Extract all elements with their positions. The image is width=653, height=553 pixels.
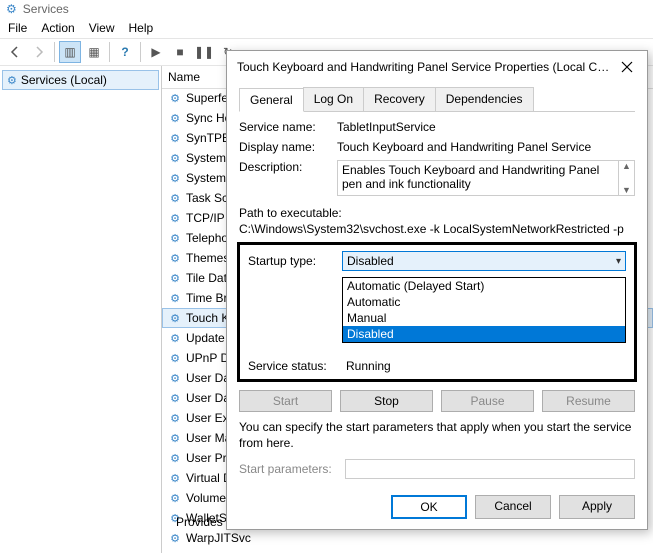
gear-icon: ⚙ [168, 352, 182, 365]
gear-icon: ⚙ [168, 292, 182, 305]
show-hide-tree-button[interactable]: ▥ [59, 41, 81, 63]
tab-recovery[interactable]: Recovery [363, 87, 436, 111]
startup-type-selected: Disabled [347, 254, 394, 268]
window-title: Services [23, 2, 69, 16]
gear-icon: ⚙ [168, 92, 182, 105]
chevron-down-icon: ▾ [616, 256, 621, 267]
tree-root-label: Services (Local) [21, 73, 107, 87]
tree-panel: ⚙ Services (Local) [0, 66, 162, 553]
dialog-footer-buttons: OK Cancel Apply [391, 495, 635, 519]
pause-button[interactable]: ❚❚ [193, 41, 215, 63]
scroll-up-icon[interactable]: ▲ [622, 161, 631, 171]
gear-icon: ⚙ [168, 152, 182, 165]
service-properties-dialog: Touch Keyboard and Handwriting Panel Ser… [226, 50, 648, 530]
value-description: Enables Touch Keyboard and Handwriting P… [337, 160, 619, 196]
value-path: C:\Windows\System32\svchost.exe -k Local… [239, 222, 635, 236]
gear-icon: ⚙ [168, 312, 182, 325]
gear-icon: ⚙ [168, 532, 182, 545]
value-service-name: TabletInputService [337, 120, 635, 134]
description-scrollbar[interactable]: ▲▼ [619, 160, 635, 196]
dialog-title: Touch Keyboard and Handwriting Panel Ser… [237, 60, 617, 74]
back-button[interactable] [4, 41, 26, 63]
startup-option[interactable]: Disabled [343, 326, 625, 342]
stop-button[interactable]: ■ [169, 41, 191, 63]
gear-icon: ⚙ [168, 412, 182, 425]
gear-icon: ⚙ [168, 492, 182, 505]
dialog-tabs: General Log On Recovery Dependencies [239, 87, 635, 112]
window-title-bar: ⚙ Services [0, 0, 653, 18]
service-name-label: WarpJITSvc [186, 531, 251, 545]
cancel-button[interactable]: Cancel [475, 495, 551, 519]
gear-icon: ⚙ [168, 332, 182, 345]
control-button-row: Start Stop Pause Resume [239, 390, 635, 412]
tab-dependencies[interactable]: Dependencies [435, 87, 534, 111]
startup-option[interactable]: Manual [343, 310, 625, 326]
menu-action[interactable]: Action [41, 21, 74, 35]
start-params-note: You can specify the start parameters tha… [239, 420, 635, 451]
value-display-name: Touch Keyboard and Handwriting Panel Ser… [337, 140, 635, 154]
start-button[interactable]: Start [239, 390, 332, 412]
startup-type-combobox[interactable]: Disabled ▾ [342, 251, 626, 271]
gear-icon: ⚙ [168, 252, 182, 265]
startup-type-dropdown[interactable]: Automatic (Delayed Start)AutomaticManual… [342, 277, 626, 343]
label-start-params: Start parameters: [239, 462, 337, 476]
label-display-name: Display name: [239, 140, 337, 154]
toolbar-separator [109, 42, 110, 62]
help-button[interactable]: ? [114, 41, 136, 63]
gear-icon: ⚙ [168, 192, 182, 205]
tab-logon[interactable]: Log On [303, 87, 364, 111]
dialog-title-bar[interactable]: Touch Keyboard and Handwriting Panel Ser… [227, 51, 647, 83]
menu-bar: File Action View Help [0, 18, 653, 38]
stop-button[interactable]: Stop [340, 390, 433, 412]
label-service-name: Service name: [239, 120, 337, 134]
gear-icon: ⚙ [7, 74, 17, 87]
gear-icon: ⚙ [168, 212, 182, 225]
gear-icon: ⚙ [168, 172, 182, 185]
forward-button[interactable] [28, 41, 50, 63]
label-path: Path to executable: [239, 206, 342, 220]
gear-icon: ⚙ [168, 432, 182, 445]
export-list-button[interactable]: ▦ [83, 41, 105, 63]
value-service-status: Running [346, 359, 391, 373]
tab-general[interactable]: General [239, 88, 304, 112]
gear-icon: ⚙ [168, 452, 182, 465]
menu-view[interactable]: View [89, 21, 115, 35]
label-service-status: Service status: [248, 359, 346, 373]
label-description: Description: [239, 160, 337, 174]
gear-icon: ⚙ [168, 232, 182, 245]
menu-file[interactable]: File [8, 21, 27, 35]
gear-icon: ⚙ [168, 472, 182, 485]
close-button[interactable] [617, 57, 637, 77]
play-button[interactable]: ▶ [145, 41, 167, 63]
service-name-label: Themes [186, 251, 229, 265]
toolbar-separator [140, 42, 141, 62]
resume-button[interactable]: Resume [542, 390, 635, 412]
gear-icon: ⚙ [168, 132, 182, 145]
ok-button[interactable]: OK [391, 495, 467, 519]
startup-type-highlight: Startup type: Disabled ▾ Automatic (Dela… [237, 242, 637, 382]
tree-root-services-local[interactable]: ⚙ Services (Local) [2, 70, 159, 90]
startup-option[interactable]: Automatic (Delayed Start) [343, 278, 625, 294]
toolbar-separator [54, 42, 55, 62]
pause-button[interactable]: Pause [441, 390, 534, 412]
gear-icon: ⚙ [168, 272, 182, 285]
menu-help[interactable]: Help [129, 21, 154, 35]
gear-icon: ⚙ [168, 112, 182, 125]
label-startup-type: Startup type: [248, 254, 334, 268]
scroll-down-icon[interactable]: ▼ [622, 185, 631, 195]
services-icon: ⚙ [6, 2, 17, 16]
gear-icon: ⚙ [168, 392, 182, 405]
start-params-input [345, 459, 635, 479]
gear-icon: ⚙ [168, 372, 182, 385]
startup-option[interactable]: Automatic [343, 294, 625, 310]
apply-button[interactable]: Apply [559, 495, 635, 519]
